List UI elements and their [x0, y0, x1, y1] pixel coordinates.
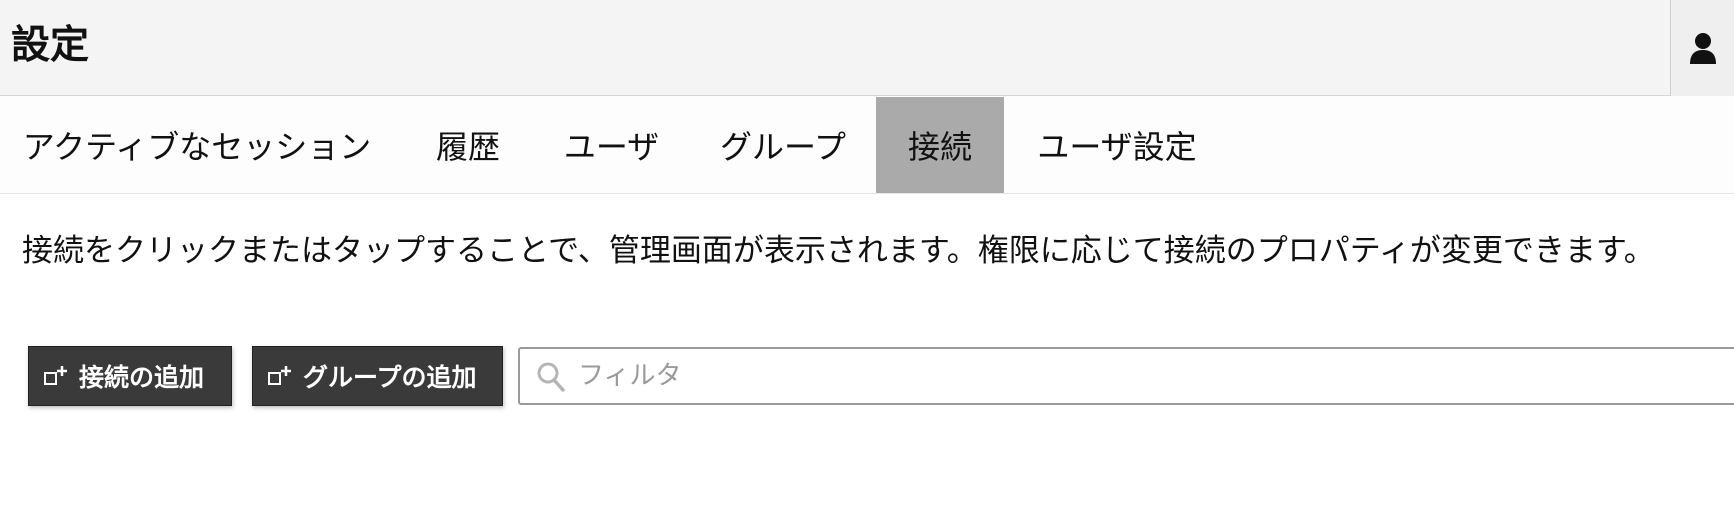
- tab-label: 履歴: [435, 128, 500, 166]
- page-title: 設定: [11, 23, 90, 68]
- tab-groups[interactable]: グループ: [705, 97, 861, 193]
- tab-label: ユーザ設定: [1037, 128, 1197, 166]
- tab-user-preferences[interactable]: ユーザ設定: [1024, 97, 1210, 193]
- add-group-button[interactable]: グループの追加: [252, 346, 503, 406]
- add-connection-label: 接続の追加: [79, 363, 205, 392]
- user-menu-button[interactable]: [1670, 0, 1734, 96]
- search-icon: [537, 362, 565, 392]
- tab-history[interactable]: 履歴: [406, 97, 530, 193]
- filter-input[interactable]: [578, 349, 1678, 403]
- add-connection-button[interactable]: 接続の追加: [28, 346, 232, 406]
- tab-label: ユーザ: [563, 128, 660, 166]
- tab-label: 接続: [907, 128, 972, 166]
- add-square-icon: [44, 366, 67, 385]
- tab-users[interactable]: ユーザ: [545, 97, 678, 193]
- add-square-icon: [268, 366, 291, 385]
- tab-active-sessions[interactable]: アクティブなセッション: [0, 97, 394, 193]
- app-header: 設定: [0, 0, 1734, 96]
- add-group-label: グループの追加: [303, 363, 477, 392]
- connections-description: 接続をクリックまたはタップすることで、管理画面が表示されます。権限に応じて接続の…: [22, 233, 1655, 269]
- settings-tabs: アクティブなセッション 履歴 ユーザ グループ 接続 ユーザ設定: [0, 97, 1734, 194]
- tab-connections[interactable]: 接続: [876, 97, 1004, 193]
- tab-label: グループ: [719, 128, 847, 166]
- user-icon: [1689, 33, 1716, 64]
- tab-label: アクティブなセッション: [22, 128, 372, 166]
- filter-box: [518, 347, 1734, 405]
